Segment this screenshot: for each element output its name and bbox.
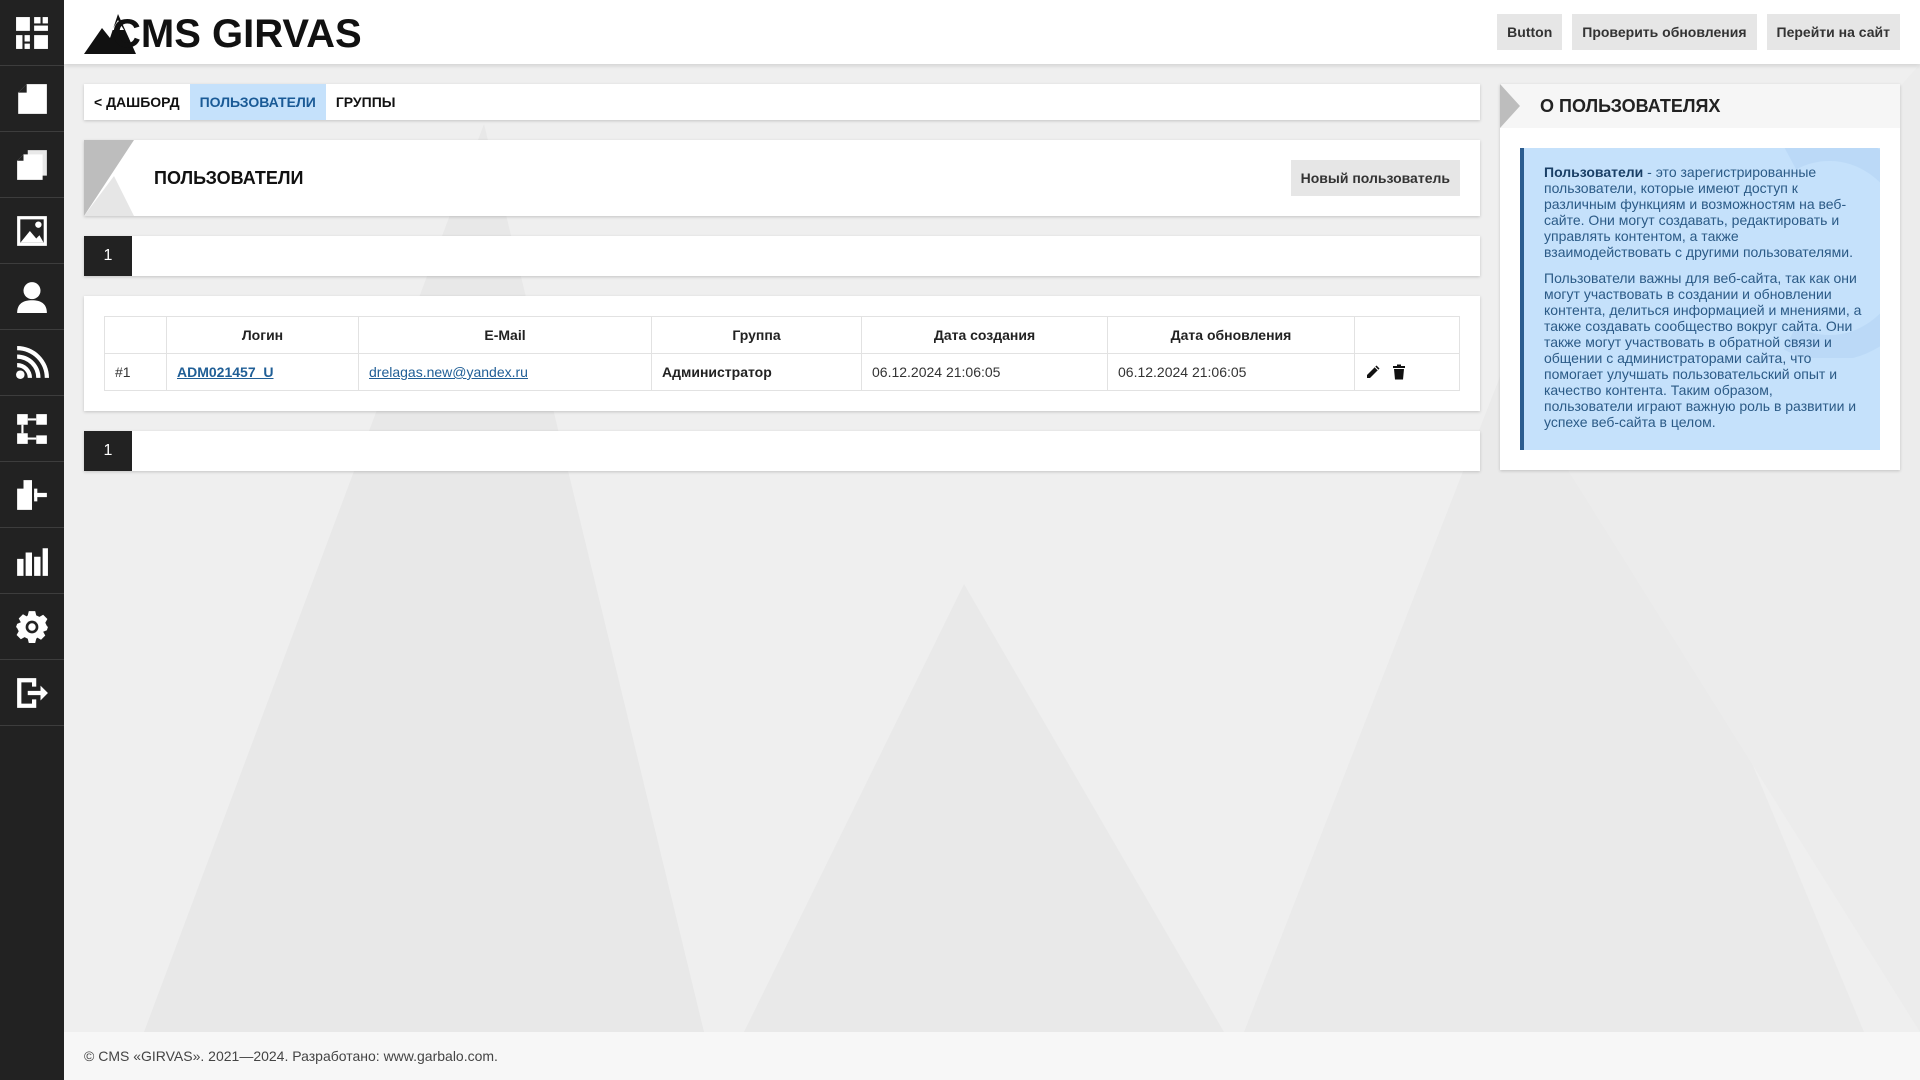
sidebar-item-logout[interactable] bbox=[0, 660, 64, 726]
row-id: #1 bbox=[104, 353, 167, 391]
sidebar-item-feeds[interactable] bbox=[0, 330, 64, 396]
sidebar-item-dashboard[interactable] bbox=[0, 0, 64, 66]
column-header-id bbox=[104, 316, 167, 354]
sidebar-item-modules[interactable] bbox=[0, 462, 64, 528]
edit-pencil-icon[interactable] bbox=[1365, 364, 1381, 380]
breadcrumb: < Дашборд Пользователи Группы bbox=[84, 84, 1480, 120]
documents-icon bbox=[17, 149, 47, 180]
go-to-site-button[interactable]: Перейти на сайт bbox=[1766, 14, 1900, 50]
page-number-button[interactable]: 1 bbox=[84, 236, 132, 276]
structure-icon bbox=[17, 413, 47, 444]
row-actions bbox=[1365, 364, 1449, 380]
copyright-text: © CMS «GIRVAS». 2021—2024. Разработано: … bbox=[84, 1048, 498, 1064]
info-paragraph-1: Пользователи - это зарегистрированные по… bbox=[1544, 164, 1862, 260]
panel-arrow-icon bbox=[1500, 84, 1520, 128]
new-user-button[interactable]: Новый пользователь bbox=[1290, 160, 1460, 196]
check-updates-button[interactable]: Проверить обновления bbox=[1572, 14, 1757, 50]
info-panel-header: О пользователях bbox=[1500, 84, 1900, 128]
sidebar-item-settings[interactable] bbox=[0, 594, 64, 660]
page-title-card: Пользователи Новый пользователь bbox=[84, 140, 1480, 216]
info-term: Пользователи bbox=[1544, 164, 1644, 180]
dashboard-icon bbox=[16, 16, 48, 49]
users-info-box: Пользователи - это зарегистрированные по… bbox=[1520, 148, 1880, 450]
page-number-button[interactable]: 1 bbox=[84, 431, 132, 471]
sidebar bbox=[0, 0, 64, 1080]
top-header: CMS GIRVAS Button Проверить обновления П… bbox=[64, 0, 1920, 64]
users-table-card: Логин E-Mail Группа Дата создания Дата о… bbox=[84, 296, 1480, 411]
main-content: < Дашборд Пользователи Группы Пользовате… bbox=[84, 84, 1480, 491]
user-email-link[interactable]: drelagas.new@yandex.ru bbox=[369, 364, 528, 380]
logo[interactable]: CMS GIRVAS bbox=[84, 8, 362, 56]
footer: © CMS «GIRVAS». 2021—2024. Разработано: … bbox=[64, 1032, 1920, 1080]
breadcrumb-groups[interactable]: Группы bbox=[326, 84, 406, 120]
gear-icon bbox=[16, 610, 48, 643]
logout-icon bbox=[17, 677, 48, 708]
stats-icon bbox=[17, 547, 48, 576]
user-created-date: 06.12.2024 21:06:05 bbox=[861, 353, 1108, 391]
users-table: Логин E-Mail Группа Дата создания Дата о… bbox=[104, 316, 1460, 391]
info-panel-card: О пользователях Пользователи - это зарег… bbox=[1500, 84, 1900, 470]
header-actions: Button Проверить обновления Перейти на с… bbox=[1497, 14, 1900, 50]
sidebar-item-pages[interactable] bbox=[0, 66, 64, 132]
column-header-created: Дата создания bbox=[861, 316, 1108, 354]
sidebar-item-images[interactable] bbox=[0, 198, 64, 264]
title-corner-decoration bbox=[84, 140, 134, 216]
modules-icon bbox=[17, 479, 47, 510]
logo-text: CMS GIRVAS bbox=[112, 12, 362, 56]
rss-icon bbox=[16, 345, 49, 379]
breadcrumb-dashboard[interactable]: < Дашборд bbox=[84, 84, 190, 120]
sidebar-item-stats[interactable] bbox=[0, 528, 64, 594]
column-header-email: E-Mail bbox=[358, 316, 652, 354]
pagination-bottom: 1 bbox=[84, 431, 1480, 471]
table-header-row: Логин E-Mail Группа Дата создания Дата о… bbox=[104, 316, 1460, 354]
generic-button[interactable]: Button bbox=[1497, 14, 1563, 50]
column-header-updated: Дата обновления bbox=[1107, 316, 1355, 354]
info-paragraph-2: Пользователи важны для веб-сайта, так ка… bbox=[1544, 270, 1862, 430]
user-login-link[interactable]: ADM021457_U bbox=[177, 364, 274, 380]
delete-trash-icon[interactable] bbox=[1391, 364, 1407, 380]
column-header-group: Группа bbox=[651, 316, 862, 354]
column-header-login: Логин bbox=[166, 316, 359, 354]
user-updated-date: 06.12.2024 21:06:05 bbox=[1107, 353, 1355, 391]
sidebar-item-users[interactable] bbox=[0, 264, 64, 330]
sidebar-item-documents[interactable] bbox=[0, 132, 64, 198]
user-icon bbox=[17, 281, 47, 313]
column-header-actions bbox=[1354, 316, 1460, 354]
pages-icon bbox=[18, 83, 47, 114]
pagination-top: 1 bbox=[84, 236, 1480, 276]
sidebar-item-structure[interactable] bbox=[0, 396, 64, 462]
breadcrumb-users[interactable]: Пользователи bbox=[189, 84, 326, 120]
info-panel: О пользователях Пользователи - это зарег… bbox=[1500, 84, 1900, 470]
user-group: Администратор bbox=[651, 353, 862, 391]
image-icon bbox=[17, 215, 47, 246]
table-row: #1 ADM021457_U drelagas.new@yandex.ru Ад… bbox=[104, 353, 1460, 391]
info-panel-title: О пользователях bbox=[1540, 95, 1721, 116]
